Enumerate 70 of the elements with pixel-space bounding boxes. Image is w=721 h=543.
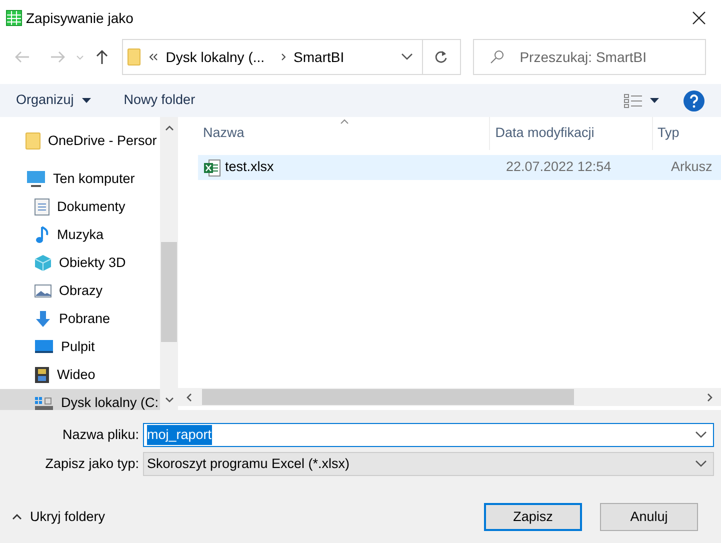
caret-down-icon (82, 98, 91, 103)
filename-field[interactable]: moj_raport (143, 423, 714, 447)
field-label: Zapisz jako typ: (44, 454, 140, 473)
sort-up-icon (340, 119, 349, 124)
chevron-down-icon (400, 53, 413, 61)
nav-item[interactable]: Dokumenty (0, 193, 160, 221)
nav-item[interactable]: Wideo (0, 361, 160, 389)
help-button[interactable] (683, 90, 705, 112)
computer-icon (26, 170, 46, 188)
folder-icon (126, 48, 141, 66)
dialog-button[interactable]: Anuluj (600, 503, 698, 531)
chevron-left-icon (186, 392, 192, 402)
nav-item[interactable]: OneDrive - Persor (0, 127, 160, 155)
window-title: Zapisywanie jako (26, 8, 134, 28)
down-arrow-icon (34, 310, 52, 328)
drive-icon (34, 395, 54, 410)
breadcrumb[interactable]: SmartBI (294, 46, 344, 68)
column-header[interactable]: Typ (652, 117, 721, 150)
file-name: test.xlsx (225, 158, 274, 176)
vertical-scrollbar[interactable] (160, 117, 178, 410)
right-arrow-icon (50, 51, 66, 63)
nav-item[interactable]: Pobrane (0, 305, 160, 333)
nav-item[interactable]: Dysk lokalny (C: (0, 389, 160, 410)
column-header[interactable]: Nazwa (198, 117, 490, 150)
picture-icon (34, 283, 52, 299)
document-icon (34, 198, 50, 216)
nav-item[interactable]: Obrazy (0, 277, 160, 305)
excel-file-icon (203, 158, 221, 176)
up-arrow-icon (96, 49, 108, 65)
chevron-up-icon (12, 514, 22, 520)
file-row[interactable]: test.xlsx 22.07.2022 12:54 Arkusz (198, 155, 721, 180)
spreadsheet-icon (6, 10, 22, 26)
caret-down-icon (650, 98, 659, 103)
search-field[interactable]: Przeszukaj: SmartBI (472, 39, 706, 75)
chevron-down-icon (695, 460, 707, 468)
file-type: Arkusz (670, 158, 712, 176)
help-icon (683, 90, 705, 112)
music-note-icon (34, 226, 50, 244)
modified-date: 22.07.2022 12:54 (505, 158, 612, 176)
search-icon (490, 50, 504, 64)
breadcrumb[interactable]: Dysk lokalny (... (166, 46, 265, 68)
organize-menu[interactable]: Organizuj (16, 90, 91, 111)
chevron-right-icon (707, 392, 713, 402)
field-label: Nazwa pliku: (61, 426, 140, 444)
folder-icon (25, 132, 41, 150)
horizontal-scrollbar[interactable] (178, 388, 721, 406)
left-arrow-icon (14, 51, 30, 63)
list-view-icon (624, 94, 642, 108)
nav-item[interactable]: Ten komputer (0, 165, 160, 193)
file-type-dropdown[interactable]: Skoroszyt programu Excel (*.xlsx) (143, 452, 714, 476)
nav-item[interactable]: Obiekty 3D (0, 249, 160, 277)
refresh-icon (434, 50, 448, 64)
view-options-button[interactable] (624, 94, 659, 108)
double-chevron-left-icon (148, 53, 158, 61)
nav-item[interactable]: Muzyka (0, 221, 160, 249)
monitor-icon (34, 339, 54, 355)
cube-icon (34, 254, 52, 272)
chevron-down-icon (695, 431, 707, 439)
dialog-button[interactable]: Zapisz (484, 503, 582, 531)
address-bar[interactable]: Dysk lokalny (... SmartBI (122, 39, 461, 75)
nav-item[interactable]: Pulpit (0, 333, 160, 361)
close-icon (692, 11, 706, 25)
chevron-down-icon (76, 54, 84, 60)
chevron-up-icon (165, 125, 174, 131)
chevron-right-icon (280, 53, 286, 61)
film-icon (34, 366, 50, 384)
new-folder-button[interactable]: Nowy folder (124, 90, 196, 111)
hide-folders-button[interactable]: Ukryj foldery (12, 506, 106, 528)
column-header[interactable]: Data modyfikacji (490, 117, 653, 150)
chevron-down-icon (165, 397, 174, 403)
